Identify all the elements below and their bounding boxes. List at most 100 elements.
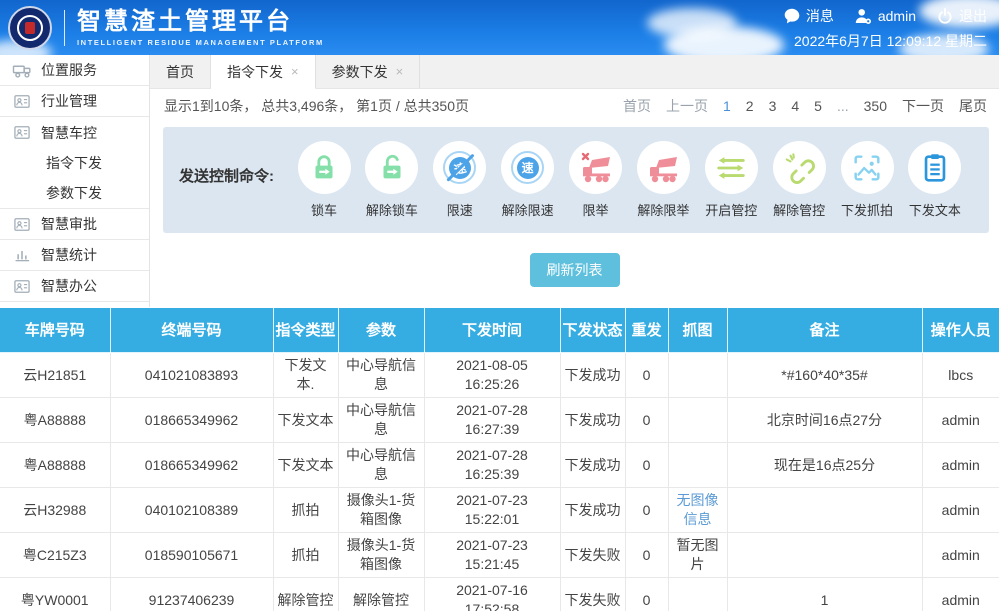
sidebar-item-vehicle-control[interactable]: 智慧车控 xyxy=(0,117,149,148)
column-header-time: 下发时间 xyxy=(424,308,560,353)
tab-label: 参数下发 xyxy=(332,62,388,82)
table-row[interactable]: 粤A88888 018665349962 下发文本 中心导航信息 2021-07… xyxy=(0,398,999,443)
column-header-operator: 操作人员 xyxy=(922,308,999,353)
table-row[interactable]: 云H21851 041021083893 下发文本. 中心导航信息 2021-0… xyxy=(0,353,999,398)
command-unlock-vehicle[interactable]: 解除锁车 xyxy=(360,141,424,219)
cell-capture: 无图像信息 xyxy=(668,488,727,533)
send-text-icon xyxy=(908,141,961,194)
cell-param: 摄像头1-货箱图像 xyxy=(338,488,424,533)
tab-param-dispatch[interactable]: 参数下发 × xyxy=(316,55,421,88)
cell-status: 下发成功 xyxy=(560,398,625,443)
stats-icon xyxy=(12,247,32,264)
refresh-list-button[interactable]: 刷新列表 xyxy=(530,253,620,287)
cell-remark: 现在是16点25分 xyxy=(727,443,922,488)
command-label: 下发文本 xyxy=(909,200,961,219)
sidebar-item-command-dispatch[interactable]: 指令下发 xyxy=(0,148,149,178)
cell-terminal: 91237406239 xyxy=(110,578,273,611)
tab-label: 首页 xyxy=(166,62,194,82)
close-tab-icon[interactable]: × xyxy=(291,64,299,79)
command-label: 解除限举 xyxy=(637,200,689,219)
command-lock-vehicle[interactable]: 锁车 xyxy=(292,141,356,219)
table-row[interactable]: 粤C215Z3 018590105671 抓拍 摄像头1-货箱图像 2021-0… xyxy=(0,533,999,578)
sidebar-item-label: 位置服务 xyxy=(41,60,97,80)
sidebar-item-label: 智慧统计 xyxy=(41,245,97,265)
sidebar-item-office[interactable]: 智慧办公 xyxy=(0,271,149,302)
cell-operator: admin xyxy=(922,488,999,533)
tab-command-dispatch[interactable]: 指令下发 × xyxy=(211,55,316,89)
table-row[interactable]: 粤YW0001 91237406239 解除管控 解除管控 2021-07-16… xyxy=(0,578,999,611)
pagination-next[interactable]: 下一页 xyxy=(902,96,944,116)
pagination: 首页 上一页 1 2 3 4 5 ... 350 下一页 尾页 xyxy=(623,96,987,116)
no-image-link[interactable]: 无图像信息 xyxy=(677,492,719,527)
cell-resend: 0 xyxy=(625,398,668,443)
sidebar-item-label: 行业管理 xyxy=(41,91,97,111)
sidebar-item-param-dispatch[interactable]: 参数下发 xyxy=(0,178,149,208)
user-menu[interactable]: admin xyxy=(854,7,916,26)
sidebar-item-statistics[interactable]: 智慧统计 xyxy=(0,240,149,271)
cell-operator: admin xyxy=(922,398,999,443)
sidebar-item-label: 智慧车控 xyxy=(41,123,97,143)
table-row[interactable]: 粤A88888 018665349962 下发文本 中心导航信息 2021-07… xyxy=(0,443,999,488)
cell-plate: 粤YW0001 xyxy=(0,578,110,611)
pagination-page-5[interactable]: 5 xyxy=(814,98,822,114)
command-label: 解除限速 xyxy=(502,200,554,219)
lock-icon xyxy=(298,141,351,194)
cell-resend: 0 xyxy=(625,578,668,611)
cell-operator: admin xyxy=(922,443,999,488)
cell-time: 2021-07-28 16:25:39 xyxy=(424,443,560,488)
pagination-page-350[interactable]: 350 xyxy=(864,98,887,114)
pagination-first[interactable]: 首页 xyxy=(623,96,651,116)
sidebar-group-vehicle-control: 智慧车控 指令下发 参数下发 xyxy=(0,117,149,209)
cell-capture xyxy=(668,578,727,611)
cell-terminal: 018665349962 xyxy=(110,443,273,488)
record-summary: 显示1到10条， 总共3,496条， 第1页 / 总共350页 xyxy=(164,96,469,116)
header-divider xyxy=(64,10,65,46)
pagination-page-2[interactable]: 2 xyxy=(746,98,754,114)
cell-command-type: 下发文本 xyxy=(273,398,338,443)
table-header-row: 车牌号码 终端号码 指令类型 参数 下发时间 下发状态 重发 抓图 备注 操作人… xyxy=(0,308,999,353)
sidebar-item-label: 智慧办公 xyxy=(41,276,97,296)
cell-operator: admin xyxy=(922,533,999,578)
command-speed-unlimit[interactable]: 速 解除限速 xyxy=(496,141,560,219)
command-lift-limit[interactable]: 限举 xyxy=(564,141,628,219)
command-send-text[interactable]: 下发文本 xyxy=(903,141,967,219)
cell-terminal: 018590105671 xyxy=(110,533,273,578)
pagination-prev[interactable]: 上一页 xyxy=(666,96,708,116)
cell-param: 中心导航信息 xyxy=(338,398,424,443)
messages-label: 消息 xyxy=(806,6,834,26)
sidebar-item-label: 参数下发 xyxy=(46,183,102,203)
table-row[interactable]: 云H32988 040102108389 抓拍 摄像头1-货箱图像 2021-0… xyxy=(0,488,999,533)
pagination-last[interactable]: 尾页 xyxy=(959,96,987,116)
cell-plate: 粤A88888 xyxy=(0,443,110,488)
command-lift-unlimit[interactable]: 解除限举 xyxy=(631,141,695,219)
messages-button[interactable]: 消息 xyxy=(783,6,834,26)
command-control-on[interactable]: 开启管控 xyxy=(699,141,763,219)
pagination-page-4[interactable]: 4 xyxy=(791,98,799,114)
pagination-page-1[interactable]: 1 xyxy=(723,98,731,114)
lift-unlimit-icon xyxy=(637,141,690,194)
pagination-page-3[interactable]: 3 xyxy=(769,98,777,114)
sidebar-item-industry-management[interactable]: 行业管理 xyxy=(0,86,149,117)
command-label: 锁车 xyxy=(311,200,337,219)
industry-icon xyxy=(12,93,32,110)
command-control-off[interactable]: 解除管控 xyxy=(767,141,831,219)
cell-remark xyxy=(727,533,922,578)
sidebar-item-location-service[interactable]: 位置服务 xyxy=(0,55,149,86)
command-snapshot[interactable]: 下发抓拍 xyxy=(835,141,899,219)
sidebar-item-approval[interactable]: 智慧审批 xyxy=(0,209,149,240)
tab-home[interactable]: 首页 xyxy=(150,55,211,88)
close-tab-icon[interactable]: × xyxy=(396,64,404,79)
app-header: 智慧渣土管理平台 INTELLIGENT RESIDUE MANAGEMENT … xyxy=(0,0,999,55)
power-icon xyxy=(936,7,954,25)
cell-operator: admin xyxy=(922,578,999,611)
command-log-table: 车牌号码 终端号码 指令类型 参数 下发时间 下发状态 重发 抓图 备注 操作人… xyxy=(0,307,999,611)
cell-terminal: 018665349962 xyxy=(110,398,273,443)
list-toolbar: 显示1到10条， 总共3,496条， 第1页 / 总共350页 首页 上一页 1… xyxy=(150,89,999,122)
column-header-capture: 抓图 xyxy=(668,308,727,353)
command-speed-limit[interactable]: 速 限速 xyxy=(428,141,492,219)
cell-time: 2021-07-16 17:52:58 xyxy=(424,578,560,611)
tab-bar: 首页 指令下发 × 参数下发 × xyxy=(150,55,999,89)
control-on-icon xyxy=(705,141,758,194)
logout-button[interactable]: 退出 xyxy=(936,6,987,26)
cell-resend: 0 xyxy=(625,488,668,533)
